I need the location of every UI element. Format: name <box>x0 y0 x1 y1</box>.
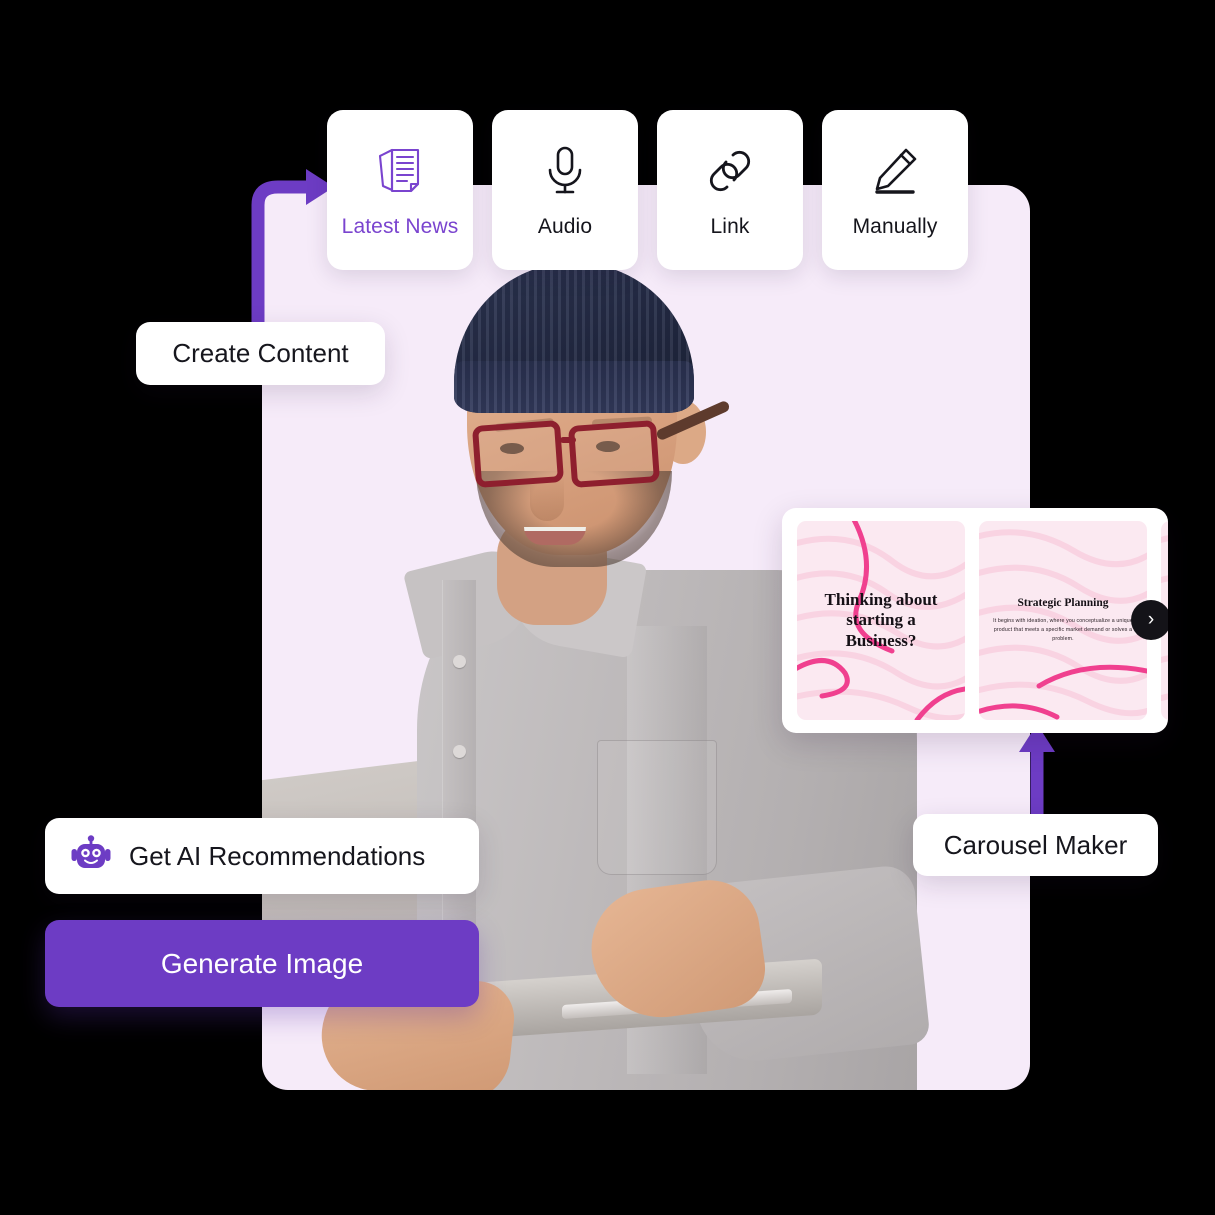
beanie-hat <box>454 263 694 413</box>
beanie-ribbing <box>454 263 694 413</box>
option-card-label: Link <box>710 215 750 238</box>
create-content-text: Create Content <box>172 338 349 368</box>
slide-title: Strategic Planning <box>1017 596 1109 609</box>
shirt-button <box>453 655 466 668</box>
slide-title: Thinking about starting a Business? <box>824 590 938 650</box>
option-card-manually[interactable]: Manually <box>822 110 968 270</box>
label-carousel-maker[interactable]: Carousel Maker <box>913 814 1158 876</box>
ai-recommendations-text: Get AI Recommendations <box>129 840 426 871</box>
eyeglasses <box>471 399 731 489</box>
robot-icon <box>71 834 111 878</box>
carousel-slide[interactable]: Strategic Planning It begins with ideati… <box>979 521 1147 720</box>
content-source-cards: Latest News Audio Link Manually <box>327 110 968 270</box>
shirt-pocket <box>597 740 717 875</box>
chain-link-icon <box>700 141 760 201</box>
pencil-edit-icon <box>865 141 925 201</box>
carousel-slide[interactable]: Thinking about starting a Business? <box>797 521 965 720</box>
news-documents-icon <box>370 141 430 201</box>
carousel-preview: Thinking about starting a Business? Stra… <box>782 508 1168 733</box>
option-card-label: Manually <box>852 215 938 238</box>
label-create-content[interactable]: Create Content <box>136 322 385 385</box>
microphone-icon <box>535 141 595 201</box>
option-card-latest-news[interactable]: Latest News <box>327 110 473 270</box>
carousel-maker-text: Carousel Maker <box>943 829 1128 860</box>
shirt-button <box>453 745 466 758</box>
arrow-carousel-maker <box>1019 724 1055 826</box>
carousel-next-button[interactable]: › <box>1131 600 1168 640</box>
glasses-bridge <box>560 437 576 443</box>
glasses-lens-right <box>567 420 661 488</box>
hero-illustration: Latest News Audio Link Manually Create C… <box>0 0 1215 1215</box>
option-card-label: Latest News <box>341 215 459 238</box>
option-card-label: Audio <box>537 215 593 238</box>
glasses-lens-left <box>471 420 565 488</box>
person-mouth <box>524 527 586 545</box>
option-card-link[interactable]: Link <box>657 110 803 270</box>
button-get-ai-recommendations[interactable]: Get AI Recommendations <box>45 818 479 894</box>
slide-body: It begins with ideation, where you conce… <box>993 618 1133 643</box>
option-card-audio[interactable]: Audio <box>492 110 638 270</box>
generate-image-button[interactable]: Generate Image <box>45 920 479 1007</box>
